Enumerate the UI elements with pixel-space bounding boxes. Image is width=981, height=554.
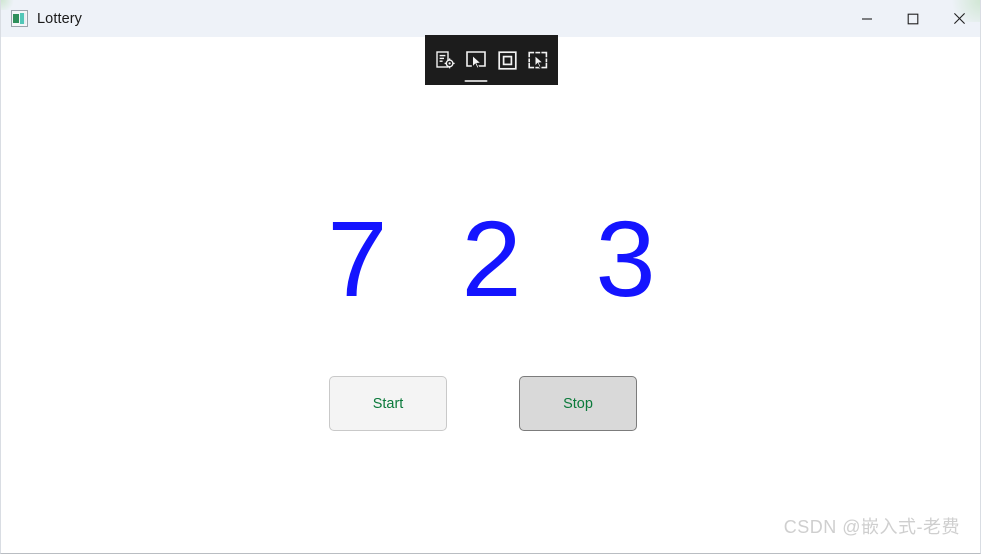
stop-button[interactable]: Stop <box>519 376 637 431</box>
capture-toolbar[interactable] <box>425 35 558 85</box>
control-button-row: Start Stop <box>1 376 980 436</box>
start-button[interactable]: Start <box>329 376 447 431</box>
capture-settings-button[interactable] <box>431 45 459 75</box>
capture-settings-icon <box>435 50 456 71</box>
lottery-number-display: 7 2 3 <box>327 198 678 319</box>
window-title: Lottery <box>37 10 83 27</box>
title-bar[interactable]: Lottery <box>1 0 980 37</box>
watermark-text: CSDN @嵌入式-老费 <box>783 517 960 537</box>
lottery-app-window: Lottery 7 2 3 Start Stop CSDN @嵌入式-老费 <box>0 0 981 554</box>
maximize-icon <box>907 13 919 25</box>
minimize-icon <box>861 13 873 25</box>
freeform-snip-button[interactable] <box>524 45 552 75</box>
fullscreen-snip-icon <box>497 50 518 71</box>
minimize-button[interactable] <box>844 0 890 37</box>
app-content: 7 2 3 Start Stop CSDN @嵌入式-老费 <box>1 37 980 553</box>
app-window-image-icon <box>11 10 28 27</box>
maximize-button[interactable] <box>890 0 936 37</box>
window-controls <box>844 0 980 37</box>
window-snip-icon <box>465 50 487 70</box>
fullscreen-snip-button[interactable] <box>493 45 521 75</box>
window-snip-button[interactable] <box>462 45 490 75</box>
close-icon <box>953 12 966 25</box>
close-button[interactable] <box>936 0 980 37</box>
freeform-snip-icon <box>527 50 549 71</box>
